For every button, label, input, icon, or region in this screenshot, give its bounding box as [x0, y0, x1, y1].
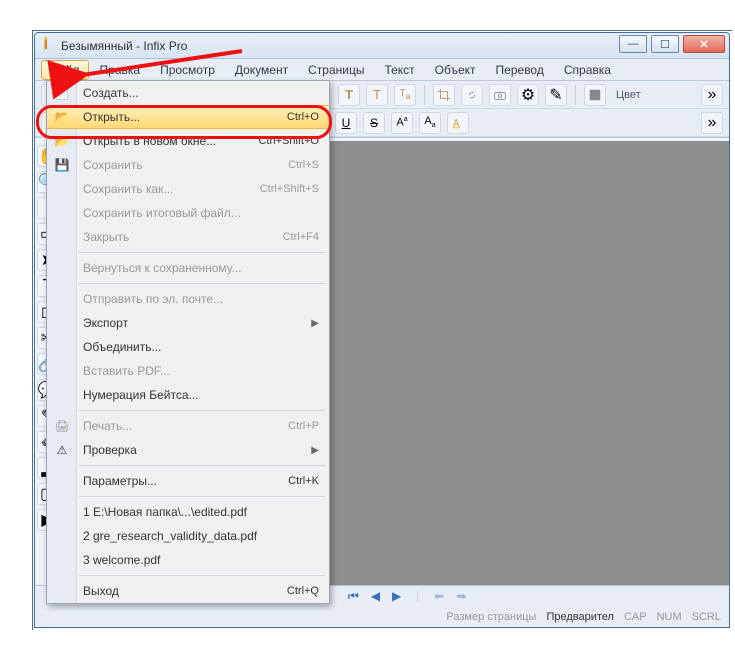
tb-color-swatch[interactable] — [584, 84, 606, 106]
tb-overflow-icon[interactable]: » — [701, 84, 723, 106]
menu-help[interactable]: Справка — [555, 60, 620, 80]
menu-revert[interactable]: Вернуться к сохраненному... — [47, 256, 329, 280]
menu-close[interactable]: Закрыть Ctrl+F4 — [47, 225, 329, 249]
tb-overflow2-icon[interactable]: » — [701, 112, 723, 134]
minimize-button[interactable]: — — [619, 35, 647, 53]
tb-sub-button[interactable]: Aa — [419, 112, 441, 134]
tb-text3-icon[interactable]: Ta — [394, 84, 416, 106]
chevron-right-icon: ▶ — [311, 318, 319, 329]
menu-params[interactable]: Параметры... Ctrl+K — [47, 469, 329, 493]
nav-back-icon[interactable]: ⬅ — [431, 589, 447, 603]
print-icon: 🖨 — [53, 419, 71, 433]
nav-first-icon[interactable]: ⏮ — [345, 589, 362, 604]
menu-save[interactable]: 💾 Сохранить Ctrl+S — [47, 153, 329, 177]
menu-edit[interactable]: Правка — [91, 60, 150, 80]
file-menu-dropdown: 📄 Создать... 📂 Открыть... Ctrl+O 📂 Откры… — [46, 80, 330, 604]
menu-save-final[interactable]: Сохранить итоговый файл... — [47, 201, 329, 225]
menu-bar: Файл Правка Просмотр Документ Страницы Т… — [35, 59, 729, 81]
tb-text1-icon[interactable]: T — [338, 84, 360, 106]
tb-edit-icon[interactable]: ✎ — [545, 84, 567, 106]
menu-insert-pdf[interactable]: Вставить PDF... — [47, 359, 329, 383]
tb-text2-icon[interactable]: T — [366, 84, 388, 106]
folder-open-icon: 📂 — [53, 110, 71, 124]
menu-recent-3[interactable]: 3 welcome.pdf — [47, 548, 329, 572]
menu-text[interactable]: Текст — [375, 60, 423, 80]
menu-merge[interactable]: Объединить... — [47, 335, 329, 359]
menu-check[interactable]: ⚠ Проверка ▶ — [47, 438, 329, 462]
menu-exit[interactable]: Выход Ctrl+Q — [47, 579, 329, 603]
tb-camera-icon[interactable] — [489, 84, 511, 106]
warning-icon: ⚠ — [53, 443, 71, 457]
menu-recent-1[interactable]: 1 E:\Новая папка\...\edited.pdf — [47, 500, 329, 524]
chevron-right-icon: ▶ — [311, 445, 319, 456]
menu-open-new-window[interactable]: 📂 Открыть в новом окне... Ctrl+Shift+O — [47, 129, 329, 153]
menu-object[interactable]: Объект — [426, 60, 485, 80]
status-page-size: Размер страницы — [446, 611, 536, 623]
tb-underline-button[interactable]: U — [335, 112, 357, 134]
menu-pages[interactable]: Страницы — [299, 60, 373, 80]
title-bar[interactable]: Безымянный - Infix Pro — ☐ ✕ — [35, 33, 729, 59]
menu-file[interactable]: Файл — [41, 60, 89, 80]
tb-link-icon[interactable] — [461, 84, 483, 106]
tb-super-button[interactable]: Aa — [391, 112, 413, 134]
menu-send-mail[interactable]: Отправить по эл. почте... — [47, 287, 329, 311]
menu-create[interactable]: 📄 Создать... — [47, 81, 329, 105]
menu-bates[interactable]: Нумерация Бейтса... — [47, 383, 329, 407]
tb-highlight-button[interactable] — [447, 112, 469, 134]
save-icon: 💾 — [53, 158, 71, 172]
tb-color-label: Цвет — [612, 89, 645, 101]
menu-print[interactable]: 🖨 Печать... Ctrl+P — [47, 414, 329, 438]
menu-document[interactable]: Документ — [226, 60, 297, 80]
nav-next-icon[interactable]: ▶ — [389, 589, 404, 603]
nav-fwd-icon[interactable]: ➡ — [453, 589, 469, 603]
folder-open2-icon: 📂 — [53, 134, 71, 148]
close-button[interactable]: ✕ — [683, 35, 725, 53]
status-cap: CAP — [624, 611, 647, 623]
nav-prev-icon[interactable]: ◀ — [368, 589, 383, 603]
tb-gear-icon[interactable]: ⚙ — [517, 84, 539, 106]
maximize-button[interactable]: ☐ — [651, 35, 679, 53]
app-icon — [41, 36, 55, 55]
status-scrl: SCRL — [692, 611, 721, 623]
shortcut-open: Ctrl+O — [287, 111, 319, 123]
status-num: NUM — [657, 611, 682, 623]
window-title: Безымянный - Infix Pro — [61, 39, 187, 53]
menu-view[interactable]: Просмотр — [151, 60, 224, 80]
document-new-icon: 📄 — [53, 86, 71, 100]
tb-crop-icon[interactable] — [433, 84, 455, 106]
status-preview[interactable]: Предварител — [546, 611, 614, 623]
menu-save-as[interactable]: Сохранить как... Ctrl+Shift+S — [47, 177, 329, 201]
tb-strike-button[interactable]: S — [363, 112, 385, 134]
menu-open[interactable]: 📂 Открыть... Ctrl+O — [47, 105, 329, 129]
menu-export[interactable]: Экспорт ▶ — [47, 311, 329, 335]
menu-recent-2[interactable]: 2 gre_research_validity_data.pdf — [47, 524, 329, 548]
menu-translate[interactable]: Перевод — [487, 60, 553, 80]
